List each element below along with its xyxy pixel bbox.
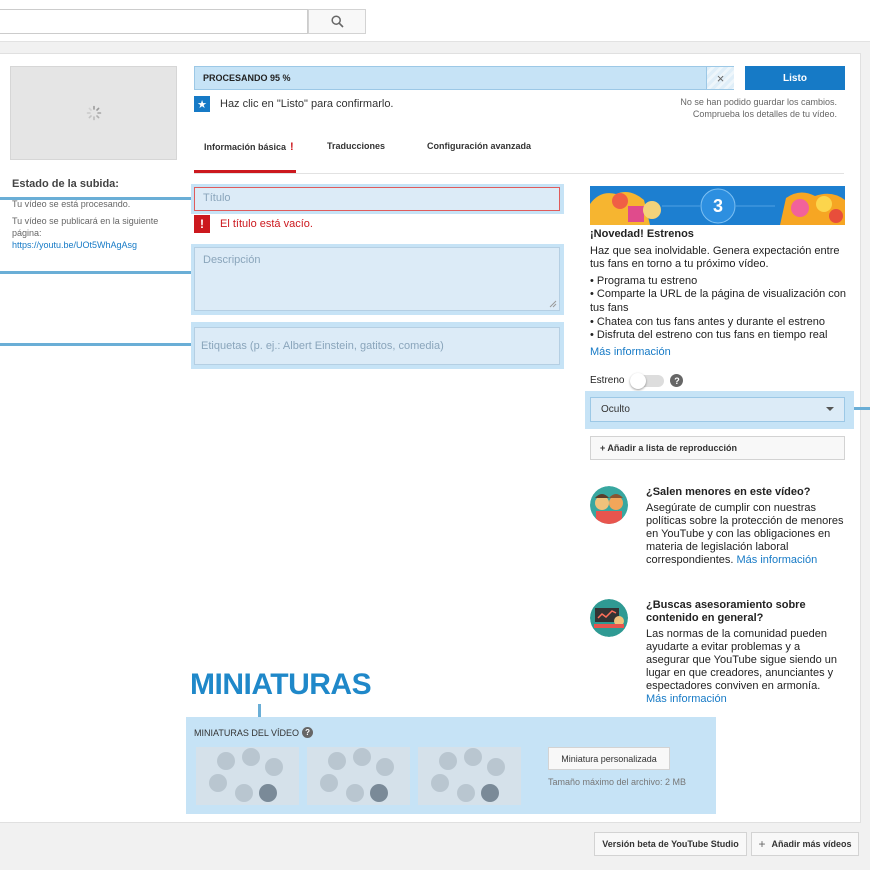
privacy-selected-value: Oculto [601,404,630,415]
annotation-line-title [0,197,194,200]
plus-icon: + [758,837,766,851]
chevron-down-icon [826,407,834,411]
confirm-row: ★ Haz clic en "Listo" para confirmarlo. [194,96,394,112]
premiere-more-info-link[interactable]: Más información [590,346,848,360]
video-preview [10,66,177,160]
tab-basic-info-label: Información básica [204,142,287,152]
upload-status: Estado de la subida: Tu vídeo se está pr… [12,178,172,251]
privacy-select[interactable]: Oculto [590,397,845,422]
premiere-illustration: 3 [590,186,845,225]
thumbnail-option[interactable] [307,747,410,805]
premiere-banner: 3 [590,186,845,225]
help-icon[interactable]: ? [302,727,314,738]
warning-icon: ! [290,141,294,153]
tab-advanced-settings[interactable]: Configuración avanzada [427,141,531,151]
premiere-bullet: • Programa tu estreno [590,274,698,287]
cancel-upload-button[interactable]: × [706,67,734,89]
thumbnail-option[interactable] [418,747,521,805]
upload-status-heading: Estado de la subida: [12,178,119,190]
star-icon: ★ [194,96,210,112]
tags-input[interactable]: Etiquetas (p. ej.: Albert Einstein, gati… [194,327,560,365]
publish-text: Tu vídeo se publicará en la siguiente pá… [12,216,159,238]
premiere-body: Haz que sea inolvidable. Genera expectac… [590,244,840,271]
progress-label: PROCESANDO 95 % [203,73,291,83]
tab-basic-info[interactable]: Información básica! [204,141,294,153]
kids-icon [590,486,628,524]
premiere-heading: ¡Novedad! Estrenos [590,228,694,240]
add-more-videos-button[interactable]: + Añadir más vídeos [751,832,859,856]
advice-info-text: ¿Buscas asesoramiento sobre contenido en… [646,599,846,706]
premiere-info: ¡Novedad! Estrenos Haz que sea inolvidab… [590,228,848,359]
max-file-size: Tamaño máximo del archivo: 2 MB [548,777,687,787]
video-link[interactable]: https://youtu.be/UOt5WhAgAsg [12,239,172,251]
annotation-line-tags [0,343,194,346]
custom-thumbnail-button[interactable]: Miniatura personalizada [548,747,670,770]
premiere-countdown-number: 3 [713,196,723,216]
description-textarea[interactable]: Descripción [194,247,560,311]
minors-heading: ¿Salen menores en este vídeo? [646,486,811,498]
active-tab-indicator [194,170,296,173]
thumbnails-label: MINIATURAS DEL VÍDEO [194,727,300,738]
youtube-studio-beta-button[interactable]: Versión beta de YouTube Studio [594,832,747,856]
search-button[interactable] [308,9,366,34]
thumbnails-section: MINIATURAS DEL VÍDEO ? Miniatura persona… [186,717,716,814]
premiere-bullet: • Chatea con tus fans antes y durante el… [590,315,825,328]
minors-more-info-link[interactable]: Más información [737,554,818,566]
premiere-bullet: • Disfruta del estreno con tus fans en t… [590,329,828,342]
add-to-playlist-button[interactable]: + Añadir a lista de reproducción [590,436,845,460]
done-button[interactable]: Listo [745,66,845,90]
annotation-line-description [0,271,194,274]
advice-heading: ¿Buscas asesoramiento sobre contenido en… [646,599,806,624]
thumbnails-section-title: MINIATURAS [190,668,372,701]
minors-info-text: ¿Salen menores en este vídeo? Asegúrate … [646,486,846,567]
thumbnail-placeholder-image [209,748,283,802]
help-icon[interactable]: ? [670,374,684,387]
advice-more-info-link[interactable]: Más información [646,693,846,706]
tab-bar: Información básica! Traducciones Configu… [194,130,844,174]
search-icon [330,15,344,28]
premiere-label: Estreno [590,375,625,386]
annotation-line-privacy [854,407,870,410]
thumbnails-label-row: MINIATURAS DEL VÍDEO ? [194,727,314,738]
add-more-videos-label: Añadir más vídeos [771,839,852,849]
resize-handle-icon[interactable] [549,300,557,308]
save-error-line-1: No se han podido guardar los cambios. [680,97,837,107]
close-icon: × [716,70,725,86]
thumbnail-option[interactable] [196,747,299,805]
annotation-connector [258,704,261,718]
tab-translations[interactable]: Traducciones [327,141,385,151]
error-icon: ! [194,215,210,233]
save-error-line-2: Comprueba los detalles de tu vídeo. [692,109,837,119]
premiere-toggle[interactable] [630,372,665,389]
thumbnail-placeholder-image [431,748,505,802]
save-error-message: No se han podido guardar los cambios. Co… [680,96,837,120]
title-input[interactable]: Título [194,187,560,211]
confirm-text: Haz clic en "Listo" para confirmarlo. [220,98,394,110]
title-error-text: El título está vacío. [220,218,313,230]
progress-bar: PROCESANDO 95 % × [194,66,734,90]
title-error: ! El título está vacío. [194,215,313,233]
search-input[interactable] [0,9,308,34]
loading-spinner-icon [86,105,101,121]
thumbnail-placeholder-image [320,748,394,802]
advice-body: Las normas de la comunidad pueden ayudar… [646,628,838,692]
description-placeholder: Descripción [203,254,261,266]
presentation-icon [590,599,628,637]
premiere-toggle-row: Estreno ? [590,372,684,389]
premiere-bullet: • Comparte la URL de la página de visual… [590,288,846,314]
top-bar [0,0,870,42]
